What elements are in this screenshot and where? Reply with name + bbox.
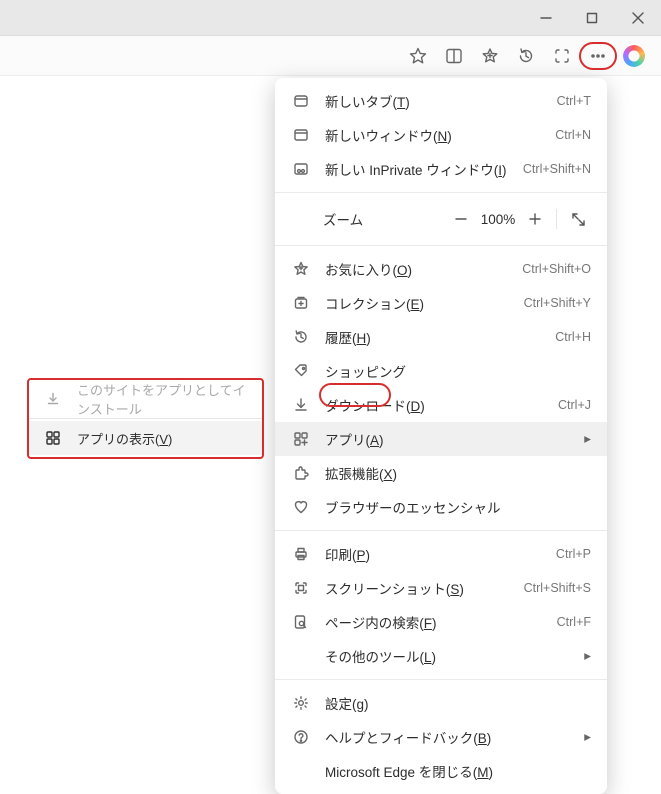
- menu-item-new-inprivate[interactable]: 新しい InPrivate ウィンドウ(I) Ctrl+Shift+N: [275, 152, 607, 186]
- minus-icon: [454, 212, 468, 226]
- menu-item-more-tools[interactable]: その他のツール(L) ▸: [275, 639, 607, 673]
- shortcut-label: Ctrl+F: [557, 615, 591, 629]
- menu-item-extensions[interactable]: 拡張機能(X): [275, 456, 607, 490]
- history-button[interactable]: [509, 40, 543, 72]
- zoom-label: ズーム: [323, 209, 446, 229]
- shortcut-label: Ctrl+P: [556, 547, 591, 561]
- chevron-right-icon: ▸: [577, 729, 591, 745]
- shortcut-label: Ctrl+T: [557, 94, 591, 108]
- shortcut-label: Ctrl+Shift+Y: [524, 296, 591, 310]
- shortcut-label: Ctrl+N: [555, 128, 591, 142]
- menu-item-collections[interactable]: コレクション(E) Ctrl+Shift+Y: [275, 286, 607, 320]
- extensions-icon: [291, 463, 311, 483]
- shortcut-label: Ctrl+H: [555, 330, 591, 344]
- zoom-controls: ズーム 100%: [275, 199, 607, 239]
- zoom-in-button[interactable]: [520, 204, 550, 234]
- chevron-right-icon: ▸: [577, 648, 591, 664]
- apps-icon: [43, 428, 63, 448]
- download-icon: [291, 395, 311, 415]
- split-screen-button[interactable]: [437, 40, 471, 72]
- menu-item-favorites[interactable]: お気に入り(O) Ctrl+Shift+O: [275, 252, 607, 286]
- menu-item-apps[interactable]: アプリ(A) ▸: [275, 422, 607, 456]
- screenshot-icon: [553, 47, 571, 65]
- submenu-item-show-apps[interactable]: アプリの表示(V): [29, 421, 262, 455]
- window-minimize-button[interactable]: [523, 0, 569, 36]
- menu-item-settings[interactable]: 設定(g): [275, 686, 607, 720]
- maximize-icon: [586, 12, 598, 24]
- install-site-label: このサイトをアプリとしてインストール: [77, 380, 248, 418]
- menu-item-screenshot[interactable]: スクリーンショット(S) Ctrl+Shift+S: [275, 571, 607, 605]
- fullscreen-icon: [571, 212, 586, 227]
- shortcut-label: Ctrl+Shift+S: [524, 581, 591, 595]
- menu-item-close-edge[interactable]: Microsoft Edge を閉じる(M): [275, 754, 607, 788]
- tab-icon: [291, 91, 311, 111]
- history-icon: [291, 327, 311, 347]
- screenshot-icon: [291, 578, 311, 598]
- star-icon: [409, 47, 427, 65]
- zoom-percent: 100%: [476, 212, 520, 227]
- zoom-out-button[interactable]: [446, 204, 476, 234]
- menu-item-find[interactable]: ページ内の検索(F) Ctrl+F: [275, 605, 607, 639]
- menu-item-shopping[interactable]: ショッピング: [275, 354, 607, 388]
- menu-item-new-tab[interactable]: 新しいタブ(T) Ctrl+T: [275, 84, 607, 118]
- chevron-right-icon: ▸: [577, 431, 591, 447]
- minimize-icon: [540, 12, 552, 24]
- window-close-button[interactable]: [615, 0, 661, 36]
- menu-item-new-window[interactable]: 新しいウィンドウ(N) Ctrl+N: [275, 118, 607, 152]
- collections-icon: [481, 47, 499, 65]
- collections-button[interactable]: [473, 40, 507, 72]
- gear-icon: [291, 693, 311, 713]
- find-icon: [291, 612, 311, 632]
- shortcut-label: Ctrl+Shift+O: [522, 262, 591, 276]
- window-titlebar: [0, 0, 661, 36]
- window-maximize-button[interactable]: [569, 0, 615, 36]
- menu-item-help[interactable]: ヘルプとフィードバック(B) ▸: [275, 720, 607, 754]
- menu-item-history[interactable]: 履歴(H) Ctrl+H: [275, 320, 607, 354]
- history-icon: [517, 47, 535, 65]
- shopping-icon: [291, 361, 311, 381]
- help-icon: [291, 727, 311, 747]
- apps-icon: [291, 429, 311, 449]
- heart-pulse-icon: [291, 497, 311, 517]
- apps-submenu: このサイトをアプリとしてインストール アプリの表示(V): [27, 378, 264, 459]
- plus-icon: [528, 212, 542, 226]
- shortcut-label: Ctrl+J: [558, 398, 591, 412]
- copilot-button[interactable]: [617, 40, 651, 72]
- menu-item-downloads[interactable]: ダウンロード(D) Ctrl+J: [275, 388, 607, 422]
- shortcut-label: Ctrl+Shift+N: [523, 162, 591, 176]
- fullscreen-button[interactable]: [563, 204, 593, 234]
- more-icon: [589, 47, 607, 65]
- split-icon: [445, 47, 463, 65]
- submenu-item-install-site: このサイトをアプリとしてインストール: [29, 382, 262, 416]
- essentials-label: ブラウザーのエッセンシャル: [325, 497, 591, 517]
- settings-and-more-button[interactable]: [581, 40, 615, 72]
- print-icon: [291, 544, 311, 564]
- favorite-button[interactable]: [401, 40, 435, 72]
- web-capture-button[interactable]: [545, 40, 579, 72]
- browser-toolbar: [0, 36, 661, 76]
- copilot-icon: [623, 45, 645, 67]
- settings-and-more-menu: 新しいタブ(T) Ctrl+T 新しいウィンドウ(N) Ctrl+N 新しい I…: [275, 78, 607, 794]
- menu-item-print[interactable]: 印刷(P) Ctrl+P: [275, 537, 607, 571]
- install-icon: [43, 389, 63, 409]
- close-icon: [632, 12, 644, 24]
- collections-icon: [291, 293, 311, 313]
- shopping-label: ショッピング: [325, 361, 591, 381]
- menu-item-browser-essentials[interactable]: ブラウザーのエッセンシャル: [275, 490, 607, 524]
- favorites-icon: [291, 259, 311, 279]
- inprivate-icon: [291, 159, 311, 179]
- window-icon: [291, 125, 311, 145]
